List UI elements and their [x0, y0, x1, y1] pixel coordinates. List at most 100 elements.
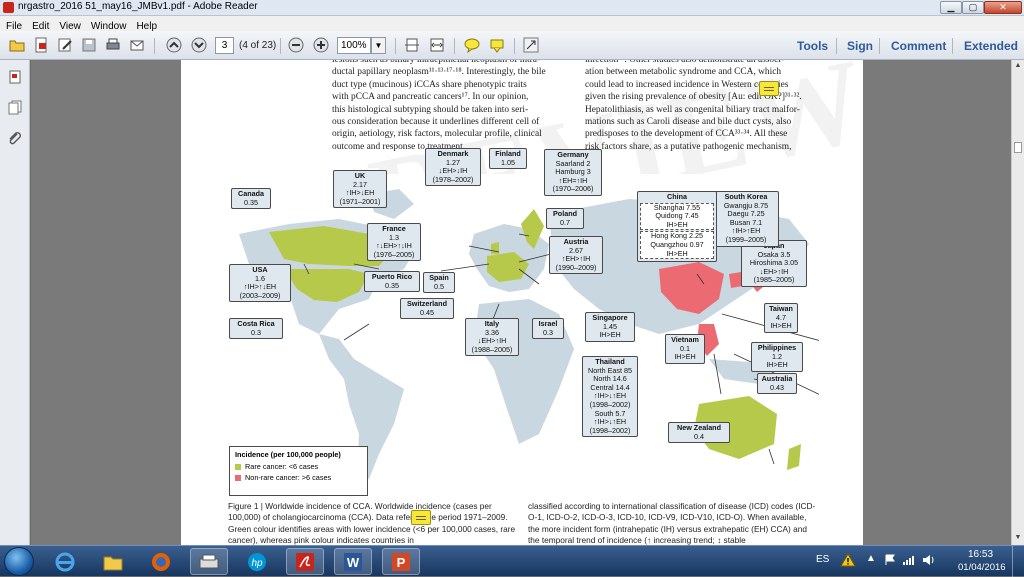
label-israel: Israel 0.3	[532, 318, 564, 340]
country-value: 0.3	[543, 327, 553, 337]
clock-date[interactable]: 01/04/2016	[958, 562, 1006, 573]
powerpoint-icon[interactable]: P	[382, 548, 420, 575]
scanner-app-icon[interactable]	[190, 548, 228, 575]
comment-icon[interactable]	[463, 37, 480, 53]
zoom-in-icon[interactable]	[312, 37, 329, 53]
fit-width-icon[interactable]	[428, 37, 445, 53]
label-singapore: Singapore 1.45 IH>EH	[585, 312, 635, 342]
print-icon[interactable]	[104, 37, 121, 53]
open-icon[interactable]	[8, 37, 25, 53]
label-poland: Poland 0.7	[546, 208, 584, 230]
country-value: 2.67 ↑EH>↑IH (1990–2009)	[555, 245, 597, 272]
country-value: 1.2 IH>EH	[766, 351, 788, 370]
country-value: 4.7 IH>EH	[770, 312, 792, 331]
col_right-line: predisposes to the development of CCA³³·…	[585, 129, 788, 140]
window-title: nrgastro_2016 51_may16_JMBv1.pdf - Adobe…	[18, 1, 258, 12]
label-puerto-rico: Puerto Rico 0.35	[364, 271, 420, 293]
expand-icon[interactable]	[522, 37, 539, 53]
legend-title: Incidence (per 100,000 people)	[235, 450, 341, 459]
internet-explorer-icon[interactable]	[46, 548, 84, 575]
extended-tab[interactable]: Extended	[964, 39, 1018, 53]
adobe-reader-taskbar-icon[interactable]	[286, 548, 324, 575]
zoom-dropdown-icon[interactable]: ▼	[371, 37, 386, 54]
volume-icon[interactable]	[922, 554, 936, 569]
file-explorer-icon[interactable]	[94, 548, 132, 575]
language-indicator[interactable]: ES	[816, 554, 829, 565]
scroll-up-icon[interactable]: ▲	[1012, 60, 1024, 72]
legend-nonrare-text: Non-rare cancer: >6 cases	[245, 473, 332, 482]
label-usa: USA 1.6 ↑IH>↑↓EH (2003–2009)	[229, 264, 291, 303]
china-name: China	[667, 192, 687, 201]
country-value: Osaka 3.5 Hiroshima 3.05 ↓EH>↑IH (1985–2…	[749, 249, 799, 285]
label-japan: JapanOsaka 3.5 Hiroshima 3.05 ↓EH>↑IH (1…	[741, 240, 807, 287]
label-australia: Australia 0.43	[757, 373, 797, 395]
scroll-thumb[interactable]	[1014, 142, 1022, 153]
label-austria: Austria 2.67 ↑EH>↑IH (1990–2009)	[549, 236, 603, 275]
firefox-icon[interactable]	[142, 548, 180, 575]
flag-icon[interactable]	[884, 554, 896, 569]
page-number-input[interactable]: 3	[215, 37, 234, 54]
maximize-button[interactable]: ▢	[962, 1, 984, 14]
close-button[interactable]: ✕	[984, 1, 1022, 14]
col_right-line: could lead to increased incidence in Wes…	[585, 79, 789, 90]
label-switzerland: Switzerland 0.45	[400, 298, 454, 320]
prev-page-icon[interactable]	[165, 37, 182, 53]
expand-tray-icon[interactable]: ▲	[866, 553, 876, 564]
start-button[interactable]	[4, 547, 34, 576]
label-denmark: Denmark 1.27 ↓EH>↓IH (1978–2002)	[425, 148, 481, 187]
comment-tab[interactable]: Comment	[891, 39, 946, 53]
attachments-icon[interactable]	[6, 130, 24, 148]
figure-caption-right: classified according to international cl…	[528, 501, 816, 545]
show-desktop-button[interactable]	[1012, 546, 1024, 577]
vertical-scrollbar[interactable]: ▲ ▼	[1011, 60, 1024, 545]
tools-tab[interactable]: Tools	[797, 39, 828, 53]
sticky-note-icon[interactable]	[411, 510, 431, 525]
document-viewer[interactable]: nr REVIEWS lesions such as biliary intra…	[31, 60, 1011, 545]
label-spain: Spain 0.5	[423, 272, 455, 294]
highlight-icon[interactable]	[488, 37, 505, 53]
zoom-input[interactable]: 100%	[337, 37, 371, 54]
create-pdf-icon[interactable]	[32, 37, 49, 53]
col_left-line: ductal papillary neoplasm¹¹·¹³·¹⁷·¹⁸. In…	[332, 67, 546, 78]
legend-nonrare-swatch	[235, 474, 241, 481]
page-thumbnails-icon[interactable]	[6, 68, 24, 86]
legend-rare-text: Rare cancer: <6 cases	[245, 462, 319, 471]
col_right-line: Hepatolithiasis, as well as congenital b…	[585, 104, 800, 115]
sticky-note-icon[interactable]	[759, 81, 779, 96]
label-finland: Finland 1.05	[489, 148, 527, 170]
label-canada: Canada 0.35	[231, 188, 271, 210]
country-value: 1.45 IH>EH	[599, 321, 621, 340]
save-icon[interactable]	[80, 37, 97, 53]
country-value: 1.3 ↑↓EH>↑↓IH (1976–2005)	[373, 232, 415, 259]
country-value: 1.05	[501, 157, 515, 167]
fit-page-icon[interactable]	[403, 37, 420, 53]
hp-app-icon[interactable]: hp	[238, 548, 276, 575]
label-china: China Shanghai 7.55 Quidong 7.45 IH>EH H…	[637, 191, 717, 263]
next-page-icon[interactable]	[190, 37, 207, 53]
clock-time[interactable]: 16:53	[968, 549, 993, 560]
china-detail-1: Shanghai 7.55 Quidong 7.45 IH>EH	[653, 202, 701, 229]
scroll-down-icon[interactable]: ▼	[1012, 532, 1024, 544]
sign-tab[interactable]: Sign	[847, 39, 873, 53]
country-value: 0.45	[420, 307, 434, 317]
word-icon[interactable]: W	[334, 548, 372, 575]
minimize-button[interactable]: ▁	[940, 1, 962, 14]
col_left-line: origin, aetiology, risk factors, molecul…	[332, 129, 542, 140]
edit-icon[interactable]	[56, 37, 73, 53]
email-icon[interactable]	[128, 37, 145, 53]
label-vietnam: Vietnam 0.1 IH>EH	[665, 334, 705, 364]
col_left-line: with pCCA and pancreatic cancers¹⁷. In o…	[332, 92, 529, 103]
label-taiwan: Taiwan 4.7 IH>EH	[764, 303, 798, 333]
text-column-right: infection²⁹. Other studies also demonstr…	[585, 60, 831, 153]
zoom-out-icon[interactable]	[287, 37, 304, 53]
layers-icon[interactable]	[6, 98, 24, 116]
country-value: 0.35	[244, 197, 258, 207]
network-icon[interactable]	[902, 554, 916, 569]
china-detail-2: Hong Kong 2.25 Quangzhou 0.97 IH>EH	[650, 231, 704, 258]
svg-text:W: W	[347, 555, 360, 570]
label-new-zealand: New Zealand 0.4	[668, 422, 730, 444]
country-value: 0.1 IH>EH	[674, 343, 696, 362]
warning-icon[interactable]	[840, 553, 856, 570]
page-count: (4 of 23)	[239, 40, 277, 51]
menu-bar: File Edit View Window Help	[0, 16, 1024, 32]
